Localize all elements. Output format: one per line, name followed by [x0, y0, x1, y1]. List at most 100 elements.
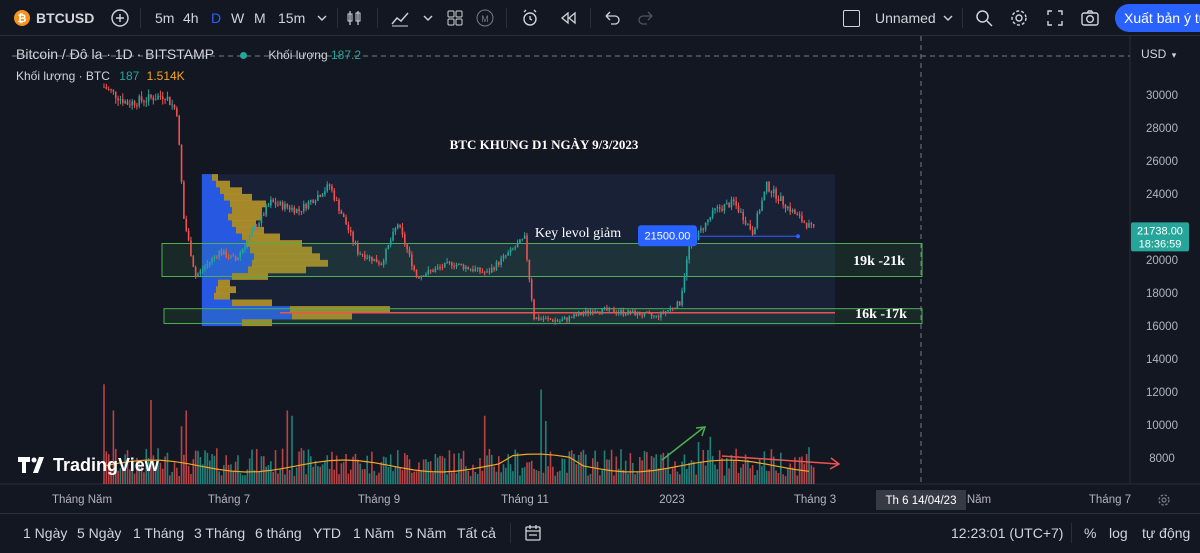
price-tick-label: 24000 [1146, 189, 1178, 201]
indicators-icon[interactable] [390, 8, 410, 28]
volume-bar [744, 454, 747, 484]
range-button[interactable]: 5 Năm [405, 514, 446, 552]
volume-bar [180, 426, 183, 484]
volume-bar [537, 471, 540, 484]
candle-body [683, 276, 686, 291]
log-toggle[interactable]: log [1109, 514, 1128, 552]
tradingview-logo: TradingView [18, 455, 159, 476]
range-button[interactable]: 1 Năm [353, 514, 394, 552]
volume-bar [554, 475, 556, 484]
volume-bar [749, 468, 752, 484]
volume-profile-bar [202, 213, 228, 221]
candle-body [742, 211, 744, 221]
volume-bar [255, 448, 258, 484]
currency-selector[interactable]: USD ▾ [1133, 42, 1183, 66]
candle-body [415, 270, 418, 278]
range-button[interactable]: 6 tháng [255, 514, 302, 552]
candle-body [335, 199, 338, 201]
range-button[interactable]: 1 Ngày [23, 514, 67, 552]
candle-body [488, 271, 491, 273]
candle-body [519, 239, 521, 244]
date-range-icon[interactable] [523, 523, 543, 543]
layouts-icon[interactable] [445, 8, 465, 28]
volume-bar [805, 453, 808, 484]
range-button[interactable]: Tất cả [457, 514, 496, 552]
volume-profile-bar [224, 193, 252, 201]
volume-bar [293, 475, 296, 484]
candle-body [295, 208, 298, 213]
volume-bar [432, 472, 434, 484]
candle-body [347, 224, 350, 231]
symbol-legend[interactable]: Bitcoin / Đô la · 1D · BITSTAMP [16, 46, 214, 62]
auto-toggle[interactable]: tự động [1142, 514, 1190, 552]
templates-icon[interactable]: M [475, 8, 495, 28]
volume-bar [366, 455, 368, 484]
volume-bar [194, 450, 197, 484]
layout-name-button[interactable]: Unnamed [843, 0, 943, 36]
replay-icon[interactable] [558, 8, 578, 28]
candle-body [145, 101, 148, 103]
alert-icon[interactable] [520, 8, 540, 28]
volume-bar [535, 470, 538, 484]
time-tick-label: Tháng 11 [501, 494, 549, 506]
gear-icon[interactable] [1009, 8, 1029, 28]
volume-bar [615, 456, 618, 484]
candles-icon[interactable] [344, 8, 364, 28]
candle-body [396, 224, 399, 229]
chevron-down-icon[interactable] [938, 8, 958, 28]
range-button[interactable]: YTD [313, 514, 341, 552]
volume-profile-bar [202, 187, 220, 195]
range-button[interactable]: 1 Tháng [133, 514, 184, 552]
chevron-down-icon[interactable] [418, 8, 438, 28]
volume-indicator-legend[interactable]: Khối lượng 187.2 [240, 48, 361, 62]
candle-body [733, 199, 735, 202]
candle-body [319, 195, 321, 197]
search-icon[interactable] [974, 8, 994, 28]
interval-d[interactable]: D [211, 0, 221, 36]
volume-bar [552, 466, 554, 484]
interval-15m[interactable]: 15m [278, 0, 305, 36]
volume-legend[interactable]: Khối lượng · BTC 187 1.514K [16, 69, 185, 83]
chevron-down-icon[interactable] [312, 8, 332, 28]
camera-icon[interactable] [1080, 8, 1100, 28]
add-symbol-icon[interactable] [110, 8, 130, 28]
volume-bar [594, 450, 596, 484]
percent-toggle[interactable]: % [1084, 514, 1096, 552]
time-tick-label: Tháng 7 [1089, 494, 1131, 506]
volume-bar [498, 456, 500, 484]
clock[interactable]: 12:23:01 (UTC+7) [951, 514, 1063, 552]
candle-body [594, 311, 596, 314]
candle-body [631, 310, 634, 314]
candle-body [413, 266, 415, 271]
symbol-search[interactable]: ₿ BTCUSD [10, 0, 105, 36]
redo-icon[interactable] [636, 8, 656, 28]
price-chart[interactable]: 21500.00 BTC KHUNG D1 NGÀY 9/3/2023 Key le… [0, 36, 1200, 513]
candle-body [204, 266, 206, 270]
interval-4h[interactable]: 4h [183, 0, 199, 36]
fullscreen-icon[interactable] [1045, 8, 1065, 28]
candle-body [533, 299, 535, 320]
candle-body [194, 266, 197, 277]
interval-5m[interactable]: 5m [155, 0, 174, 36]
candle-body [199, 270, 202, 274]
volume-bar [305, 474, 307, 484]
volume-bar [512, 471, 514, 484]
range-button[interactable]: 5 Ngày [77, 514, 121, 552]
interval-w[interactable]: W [231, 0, 244, 36]
candle-body [509, 248, 512, 253]
volume-bar [279, 469, 282, 484]
volume-profile-bar [202, 180, 216, 188]
volume-bar [338, 474, 340, 484]
volume-bar [479, 458, 481, 484]
interval-m[interactable]: M [254, 0, 266, 36]
undo-icon[interactable] [602, 8, 622, 28]
volume-bar [707, 450, 709, 484]
volume-bar [575, 464, 578, 484]
publish-idea-button[interactable]: Xuất bản ý tưởng [1115, 4, 1200, 32]
candle-body [526, 235, 528, 260]
volume-bar [234, 461, 237, 484]
range-button[interactable]: 3 Tháng [194, 514, 245, 552]
candle-body [404, 234, 406, 245]
candle-body [782, 196, 784, 205]
candle-body [646, 312, 648, 314]
